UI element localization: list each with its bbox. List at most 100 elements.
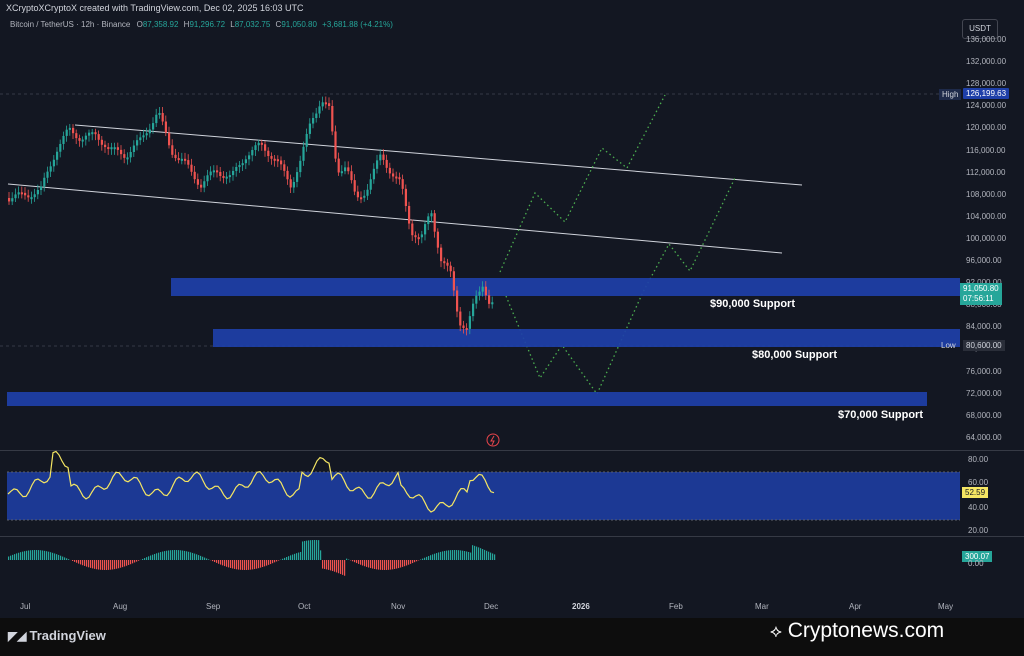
macd-histogram-bar bbox=[364, 560, 366, 567]
support-label-80k: $80,000 Support bbox=[752, 349, 837, 361]
channel-lower-line bbox=[7, 183, 783, 254]
rsi-axis-label: 80.00 bbox=[968, 455, 989, 464]
macd-histogram-bar bbox=[290, 555, 292, 560]
macd-histogram-bar bbox=[446, 550, 448, 560]
macd-histogram-bar bbox=[478, 547, 480, 560]
macd-histogram-bar bbox=[32, 550, 34, 560]
macd-histogram-bar bbox=[136, 560, 138, 562]
macd-histogram-bar bbox=[158, 552, 160, 560]
macd-histogram-bar bbox=[392, 560, 394, 570]
macd-histogram-bar bbox=[434, 553, 436, 560]
macd-histogram-bar bbox=[296, 553, 298, 560]
macd-histogram-bar bbox=[150, 555, 152, 560]
macd-histogram-bar bbox=[304, 541, 306, 560]
macd-histogram-bar bbox=[56, 554, 58, 560]
macd-histogram-bar bbox=[324, 560, 326, 569]
macd-histogram-bar bbox=[474, 545, 476, 560]
macd-histogram-bar bbox=[492, 553, 494, 560]
macd-histogram-bar bbox=[358, 560, 360, 564]
macd-histogram-bar bbox=[456, 550, 458, 560]
macd-histogram-bar bbox=[190, 552, 192, 560]
macd-histogram-bar bbox=[156, 553, 158, 560]
bar-countdown: 07:56:11 bbox=[963, 294, 994, 303]
macd-histogram-bar bbox=[192, 552, 194, 560]
macd-histogram-bar bbox=[292, 554, 294, 560]
macd-histogram-bar bbox=[332, 560, 334, 572]
macd-histogram-bar bbox=[126, 560, 128, 566]
macd-histogram-bar bbox=[148, 556, 150, 560]
rsi-axis-label: 20.00 bbox=[968, 526, 989, 535]
macd-histogram-bar bbox=[486, 550, 488, 560]
macd-histogram-bar bbox=[276, 560, 278, 562]
support-label-70k: $70,000 Support bbox=[838, 409, 923, 421]
macd-histogram-bar bbox=[428, 556, 430, 560]
macd-histogram-bar bbox=[84, 560, 86, 566]
cryptonews-watermark: ⟡ Cryptonews.com bbox=[770, 619, 944, 643]
macd-histogram-bar bbox=[328, 560, 330, 570]
macd-histogram-bar bbox=[94, 560, 96, 569]
macd-histogram-bar bbox=[222, 560, 224, 566]
macd-histogram-bar bbox=[406, 560, 408, 566]
time-axis-label: Nov bbox=[391, 602, 406, 611]
support-zone-70k bbox=[7, 392, 927, 406]
low-marker-value: 80,600.00 bbox=[963, 340, 1005, 351]
macd-histogram-bar bbox=[12, 554, 14, 560]
time-axis-label: Feb bbox=[669, 602, 683, 611]
macd-histogram-bar bbox=[416, 560, 418, 562]
macd-histogram-bar bbox=[212, 560, 214, 562]
macd-pane[interactable] bbox=[0, 536, 1024, 600]
time-axis-label: 2026 bbox=[572, 602, 590, 611]
time-axis-label: Sep bbox=[206, 602, 221, 611]
macd-histogram-bar bbox=[26, 550, 28, 560]
macd-histogram-bar bbox=[334, 560, 336, 572]
tradingview-logo-text: TradingView bbox=[29, 628, 106, 643]
macd-histogram-bar bbox=[110, 560, 112, 570]
macd-histogram-bar bbox=[404, 560, 406, 567]
macd-histogram-bar bbox=[320, 550, 322, 560]
macd-histogram-bar bbox=[252, 560, 254, 570]
macd-histogram-bar bbox=[460, 550, 462, 560]
macd-histogram-bar bbox=[356, 560, 358, 564]
macd-histogram-bar bbox=[288, 556, 290, 560]
macd-histogram-bar bbox=[250, 560, 252, 570]
macd-histogram-bar bbox=[286, 557, 288, 560]
macd-histogram-bar bbox=[412, 560, 414, 564]
macd-histogram-bar bbox=[326, 560, 328, 570]
rsi-pane[interactable] bbox=[0, 450, 1024, 540]
macd-histogram-bar bbox=[76, 560, 78, 563]
macd-histogram-bar bbox=[232, 560, 234, 569]
macd-histogram-bar bbox=[440, 551, 442, 560]
macd-histogram-bar bbox=[162, 551, 164, 560]
macd-histogram-bar bbox=[112, 560, 114, 570]
macd-histogram-bar bbox=[376, 560, 378, 570]
support-zone-80k bbox=[213, 329, 960, 347]
macd-histogram-bar bbox=[88, 560, 90, 568]
macd-histogram-bar bbox=[476, 546, 478, 560]
macd-histogram-bar bbox=[86, 560, 88, 567]
macd-histogram-bar bbox=[216, 560, 218, 563]
macd-histogram-bar bbox=[54, 553, 56, 560]
macd-axis-zero: 0.00 bbox=[968, 559, 984, 568]
macd-histogram-bar bbox=[370, 560, 372, 569]
tradingview-logo-icon: ◤◢ bbox=[8, 629, 27, 643]
macd-histogram-bar bbox=[36, 550, 38, 560]
macd-histogram-bar bbox=[194, 553, 196, 560]
macd-histogram-bar bbox=[384, 560, 386, 570]
macd-histogram-bar bbox=[258, 560, 260, 569]
macd-histogram-bar bbox=[300, 551, 302, 560]
macd-histogram-bar bbox=[202, 556, 204, 560]
macd-histogram-bar bbox=[108, 560, 110, 570]
macd-histogram-bar bbox=[58, 554, 60, 560]
macd-histogram-bar bbox=[142, 558, 144, 560]
macd-histogram-bar bbox=[396, 560, 398, 569]
lightning-icon bbox=[486, 433, 500, 447]
macd-histogram-bar bbox=[128, 560, 130, 565]
macd-histogram-bar bbox=[314, 540, 316, 560]
macd-histogram-bar bbox=[102, 560, 104, 570]
macd-histogram-bar bbox=[234, 560, 236, 569]
macd-histogram-bar bbox=[308, 540, 310, 560]
time-axis-label: Aug bbox=[113, 602, 128, 611]
macd-histogram-bar bbox=[260, 560, 262, 568]
macd-histogram-bar bbox=[200, 555, 202, 560]
macd-histogram-bar bbox=[184, 550, 186, 560]
